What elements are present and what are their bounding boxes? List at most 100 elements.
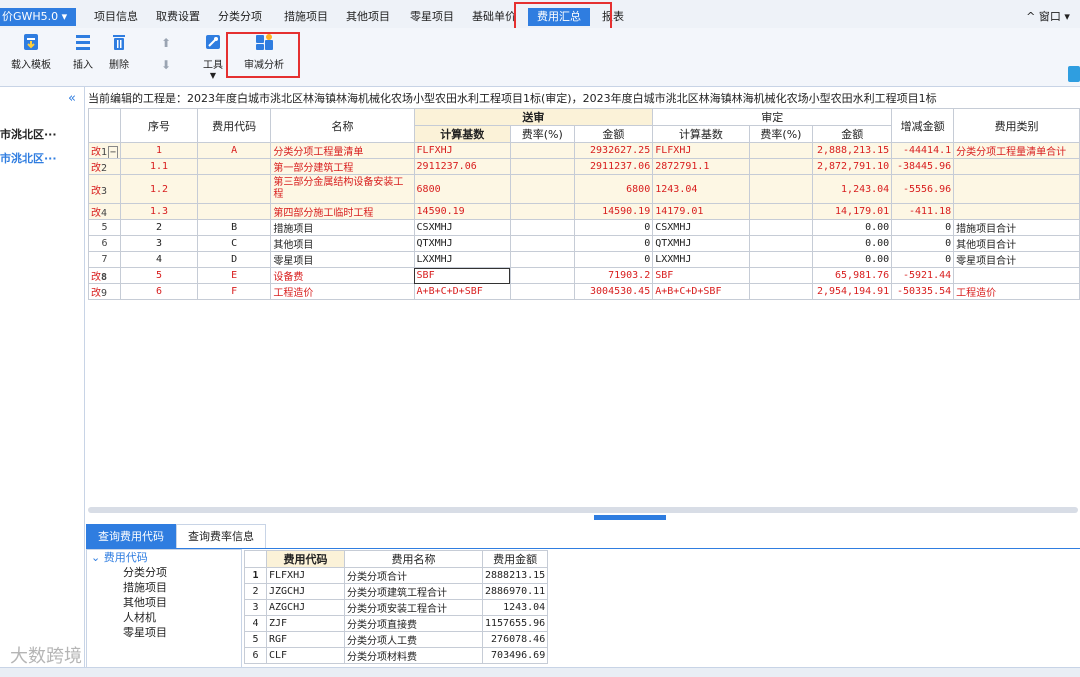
cell-name[interactable]: 分类分项工程量清单: [270, 142, 415, 159]
table-row[interactable]: 4 ZJF 分类分项直接费 1157655.96: [244, 615, 549, 632]
cell-submit-rate[interactable]: [509, 235, 575, 252]
cell-approve-rate[interactable]: [748, 142, 814, 159]
table-row[interactable]: 改4 1.3 第四部分施工临时工程 14590.19 14590.19 1417…: [87, 203, 1080, 220]
cell-submit-base[interactable]: LXXMHJ: [413, 251, 511, 268]
header-code[interactable]: 费用代码: [196, 108, 272, 143]
header-approve-amount[interactable]: 金额: [812, 125, 893, 143]
menu-item-sporadic[interactable]: 零星项目: [404, 8, 460, 26]
move-up-icon[interactable]: ⬆: [161, 36, 171, 50]
cell-diff[interactable]: 0: [891, 235, 955, 252]
menu-item-fee-settings[interactable]: 取费设置: [150, 8, 206, 26]
code-header-amount[interactable]: 费用金额: [481, 550, 549, 568]
header-submit-amount[interactable]: 金额: [573, 125, 654, 143]
cell-submit-amount[interactable]: 2932627.25: [573, 142, 654, 159]
cell-code[interactable]: RGF: [266, 631, 345, 648]
tree-item[interactable]: 零星项目: [87, 625, 241, 640]
cell-code[interactable]: [196, 158, 272, 175]
cell-diff[interactable]: 0: [891, 219, 955, 236]
cell-category[interactable]: 分类分项工程量清单合计: [953, 142, 1080, 159]
table-row[interactable]: 改1− 1 A 分类分项工程量清单 FLFXHJ 2932627.25 FLFX…: [87, 142, 1080, 159]
window-menu[interactable]: ^ 窗口 ▾: [1020, 8, 1076, 26]
cell-category[interactable]: 其他项目合计: [953, 235, 1080, 252]
cell-diff[interactable]: -5921.44: [891, 267, 955, 284]
cell-submit-amount[interactable]: 71903.2: [573, 267, 654, 284]
cell-approve-base[interactable]: QTXMHJ: [652, 235, 750, 252]
cell-submit-base[interactable]: 6800: [413, 174, 511, 204]
code-header-code[interactable]: 费用代码: [266, 550, 345, 568]
header-submit-rate[interactable]: 费率(%): [509, 125, 575, 143]
cell-approve-amount[interactable]: 2,954,194.91: [812, 283, 893, 300]
cell-name[interactable]: 分类分项合计: [344, 567, 483, 584]
tab-query-rate-info[interactable]: 查询费率信息: [176, 524, 266, 548]
cell-diff[interactable]: -38445.96: [891, 158, 955, 175]
table-row[interactable]: 1 FLFXHJ 分类分项合计 2888213.15: [244, 567, 549, 584]
panel-splitter[interactable]: [594, 515, 666, 520]
cell-diff[interactable]: -44414.1: [891, 142, 955, 159]
cell-submit-rate[interactable]: [509, 158, 575, 175]
cell-approve-base[interactable]: LXXMHJ: [652, 251, 750, 268]
header-diff[interactable]: 增减金额: [891, 108, 955, 143]
cell-submit-base[interactable]: 14590.19: [413, 203, 511, 220]
cell-seq[interactable]: 3: [120, 235, 198, 252]
cell-category[interactable]: [953, 267, 1080, 284]
cell-approve-base[interactable]: 1243.04: [652, 174, 750, 204]
cell-approve-base[interactable]: A+B+C+D+SBF: [652, 283, 750, 300]
table-row[interactable]: 改3 1.2 第三部分金属结构设备安装工程 6800 6800 1243.04 …: [87, 174, 1080, 204]
cell-code[interactable]: ZJF: [266, 615, 345, 632]
cell-code[interactable]: C: [196, 235, 272, 252]
cell-submit-rate[interactable]: [509, 174, 575, 204]
table-row[interactable]: 7 4 D 零星项目 LXXMHJ 0 LXXMHJ 0.00 0 零星项目合计: [87, 251, 1080, 268]
cell-seq[interactable]: 1.2: [120, 174, 198, 204]
app-title[interactable]: 价GWH5.0 ▾: [0, 8, 76, 26]
cell-name[interactable]: 第四部分施工临时工程: [270, 203, 415, 220]
cell-approve-base[interactable]: FLFXHJ: [652, 142, 750, 159]
cell-diff[interactable]: -5556.96: [891, 174, 955, 204]
cell-approve-amount[interactable]: 2,872,791.10: [812, 158, 893, 175]
cell-seq[interactable]: 1: [120, 142, 198, 159]
cell-submit-amount[interactable]: 0: [573, 235, 654, 252]
cell-name[interactable]: 第一部分建筑工程: [270, 158, 415, 175]
cell-approve-amount[interactable]: 0.00: [812, 219, 893, 236]
cell-submit-rate[interactable]: [509, 283, 575, 300]
cell-name[interactable]: 分类分项材料费: [344, 647, 483, 664]
tree-root[interactable]: ⌄ 费用代码: [87, 550, 241, 565]
cell-submit-amount[interactable]: 0: [573, 219, 654, 236]
cell-submit-base[interactable]: CSXMHJ: [413, 219, 511, 236]
header-seq[interactable]: 序号: [120, 108, 198, 143]
cell-amount[interactable]: 1243.04: [481, 599, 549, 616]
delete-button[interactable]: 删除: [104, 32, 134, 71]
cell-category[interactable]: [953, 203, 1080, 220]
move-down-icon[interactable]: ⬇: [161, 58, 171, 72]
tree-item[interactable]: 人材机: [87, 610, 241, 625]
cell-approve-rate[interactable]: [748, 235, 814, 252]
cell-category[interactable]: [953, 158, 1080, 175]
cell-code[interactable]: A: [196, 142, 272, 159]
cell-category[interactable]: 措施项目合计: [953, 219, 1080, 236]
cell-name[interactable]: 工程造价: [270, 283, 415, 300]
load-template-button[interactable]: 载入模板: [6, 32, 56, 71]
code-header-name[interactable]: 费用名称: [344, 550, 483, 568]
cell-name[interactable]: 零星项目: [270, 251, 415, 268]
cell-approve-base[interactable]: 2872791.1: [652, 158, 750, 175]
cell-code[interactable]: AZGCHJ: [266, 599, 345, 616]
cell-approve-amount[interactable]: 14,179.01: [812, 203, 893, 220]
cell-submit-amount[interactable]: 2911237.06: [573, 158, 654, 175]
table-row[interactable]: 改9 6 F 工程造价 A+B+C+D+SBF 3004530.45 A+B+C…: [87, 283, 1080, 300]
cell-approve-rate[interactable]: [748, 219, 814, 236]
cell-submit-amount[interactable]: 3004530.45: [573, 283, 654, 300]
cell-code[interactable]: [196, 174, 272, 204]
cell-category[interactable]: 工程造价: [953, 283, 1080, 300]
cell-approve-base[interactable]: 14179.01: [652, 203, 750, 220]
tools-button[interactable]: 工具 ▼: [198, 32, 228, 80]
cell-diff[interactable]: -411.18: [891, 203, 955, 220]
cell-approve-amount[interactable]: 0.00: [812, 251, 893, 268]
cell-amount[interactable]: 2888213.15: [481, 567, 549, 584]
table-row[interactable]: 6 CLF 分类分项材料费 703496.69: [244, 647, 549, 664]
cell-name[interactable]: 分类分项建筑工程合计: [344, 583, 483, 600]
collapse-toggle-icon[interactable]: −: [108, 146, 119, 158]
cell-name[interactable]: 第三部分金属结构设备安装工程: [270, 174, 415, 204]
cell-code[interactable]: E: [196, 267, 272, 284]
cell-code[interactable]: B: [196, 219, 272, 236]
cell-category[interactable]: 零星项目合计: [953, 251, 1080, 268]
cell-diff[interactable]: -50335.54: [891, 283, 955, 300]
